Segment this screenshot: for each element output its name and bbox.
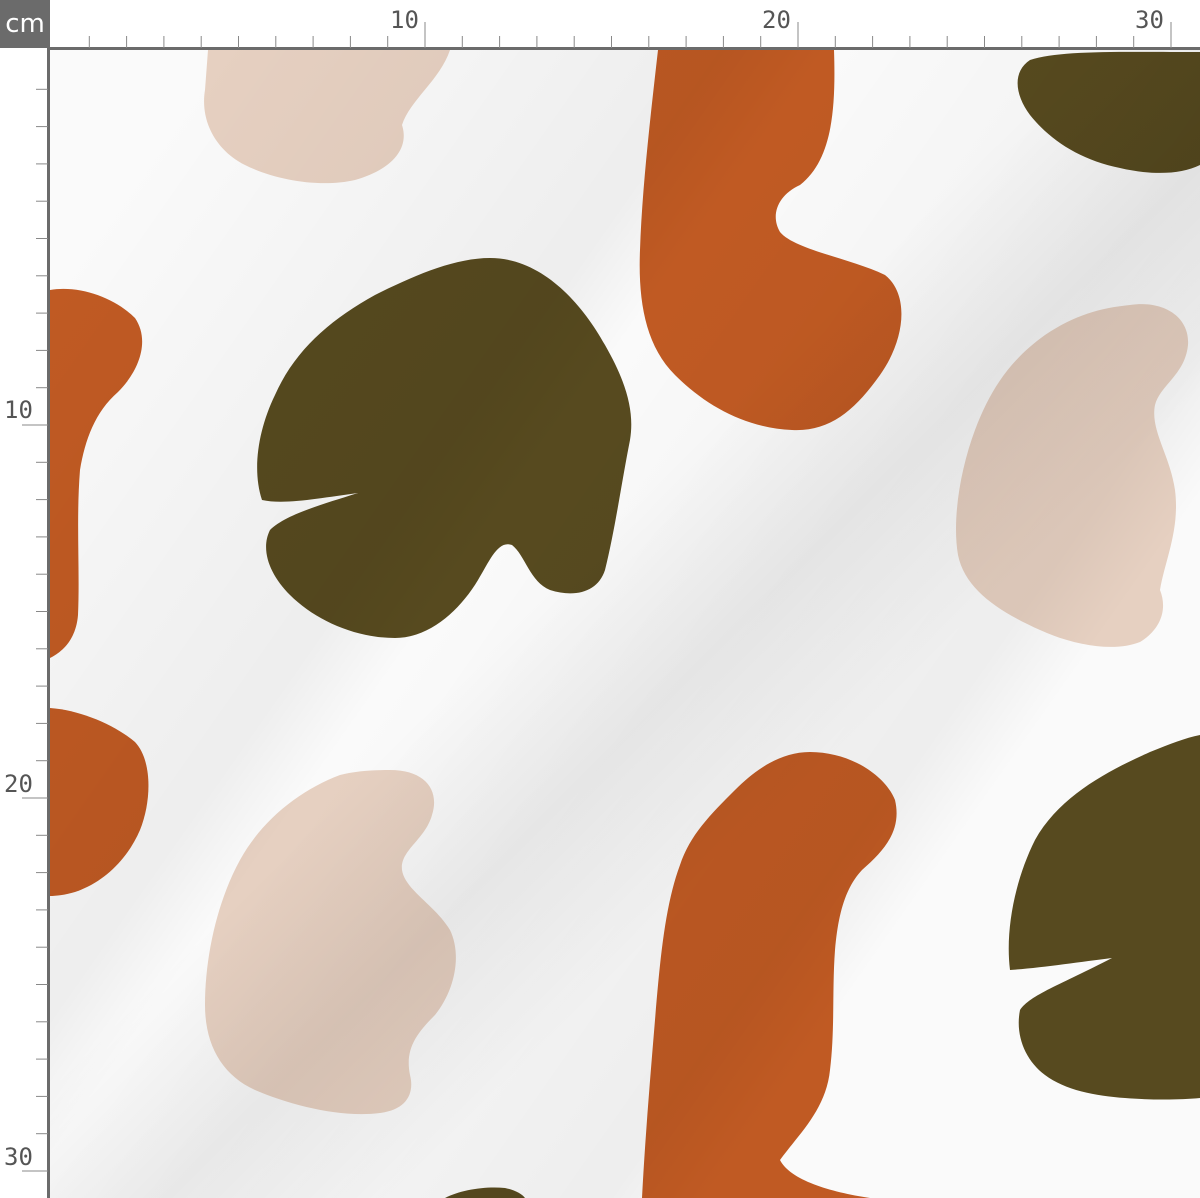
unit-badge: cm	[0, 0, 50, 48]
top-ruler-label-10: 10	[390, 6, 419, 34]
top-ruler-label-30: 30	[1135, 6, 1164, 34]
fabric-area	[50, 50, 1200, 1198]
top-ruler: 10 20 30	[50, 0, 1200, 50]
fabric-preview: 10 20 30 10 20 30	[0, 0, 1200, 1198]
left-ruler: 10 20 30	[0, 48, 50, 1198]
top-ruler-label-20: 20	[762, 6, 791, 34]
left-ruler-label-20: 20	[4, 770, 33, 798]
fold-shading-secondary	[50, 50, 1200, 1198]
left-ruler-label-10: 10	[4, 396, 33, 424]
left-ruler-label-30: 30	[4, 1143, 33, 1171]
